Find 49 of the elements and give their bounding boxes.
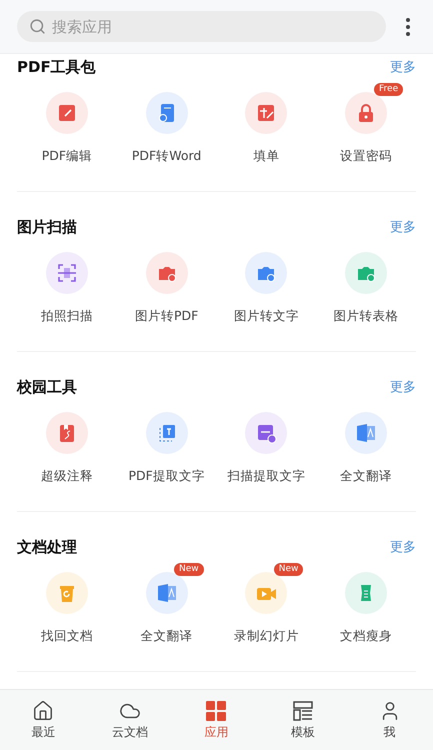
section-title: 图片扫描: [17, 218, 77, 236]
tool-item[interactable]: 图片转PDF: [116, 252, 216, 326]
nav-tab[interactable]: 我: [346, 690, 433, 750]
tool-label: 填单: [253, 147, 280, 165]
tool-item[interactable]: PDF编辑: [17, 92, 117, 166]
tool-label: 拍照扫描: [40, 307, 93, 325]
tool-item[interactable]: PDF提取文字: [116, 412, 216, 486]
tool-label: 录制幻灯片: [234, 627, 299, 645]
home-icon: [32, 700, 54, 722]
tool-label: 图片转表格: [334, 307, 399, 325]
tool-item[interactable]: 找回文档: [17, 572, 117, 646]
template-icon: [292, 700, 314, 722]
tool-badge: Free: [374, 83, 404, 96]
tool-label: 全文翻译: [340, 467, 392, 485]
tool-label: PDF编辑: [42, 147, 92, 165]
tool-badge: New: [174, 563, 204, 576]
search-field[interactable]: 搜索应用: [17, 11, 386, 42]
nav-tab[interactable]: 模板: [260, 690, 346, 750]
tool-item[interactable]: 填单: [216, 92, 316, 166]
section-title: PDF工具包: [17, 58, 96, 76]
tool-item[interactable]: 文档瘦身: [316, 572, 416, 646]
tool-item[interactable]: 图片转文字: [216, 252, 316, 326]
tool-item[interactable]: PDF转Word: [116, 92, 216, 166]
tool-label: 全文翻译: [140, 627, 193, 645]
nav-tab[interactable]: 最近: [0, 690, 87, 750]
translate-icon: [156, 582, 178, 604]
tool-item[interactable]: 拍照扫描: [17, 252, 117, 326]
tool-label: 找回文档: [40, 627, 93, 645]
tool-badge: New: [274, 563, 304, 576]
scan-icon: [56, 262, 78, 284]
tool-item[interactable]: 图片转表格: [316, 252, 416, 326]
tool-label: PDF提取文字: [128, 467, 205, 485]
tool-item[interactable]: 超级注释: [17, 412, 117, 486]
tool-label: 图片转文字: [234, 307, 299, 325]
tool-label: PDF转Word: [132, 147, 202, 165]
section-title: 文档处理: [17, 538, 77, 556]
tool-item[interactable]: 扫描提取文字: [216, 412, 316, 486]
tool-label: 扫描提取文字: [227, 467, 306, 485]
tool-item[interactable]: 全文翻译: [316, 412, 416, 486]
tool-label: 设置密码: [340, 147, 392, 165]
grid-icon: [205, 700, 228, 722]
search-icon: [29, 18, 46, 35]
nav-tab[interactable]: 应用: [173, 690, 260, 750]
section-title: 校园工具: [17, 378, 77, 396]
tool-label: 图片转PDF: [134, 307, 198, 325]
tool-label: 文档瘦身: [340, 627, 392, 645]
tool-label: 超级注释: [40, 467, 93, 485]
translate-icon: [355, 422, 378, 444]
nav-tab[interactable]: 云文档: [86, 690, 174, 750]
